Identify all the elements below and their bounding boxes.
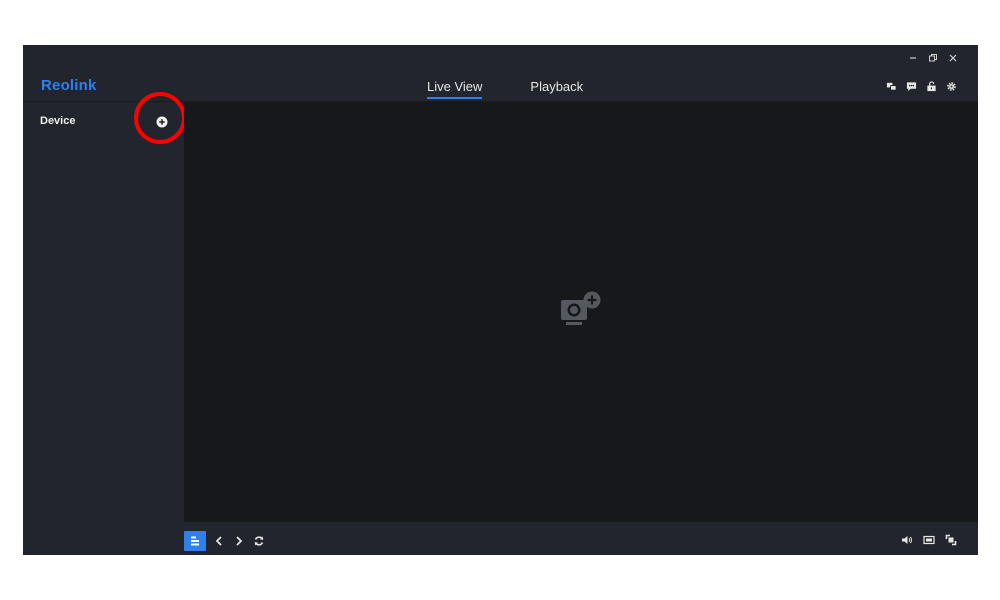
layout-list-icon[interactable] [184, 531, 206, 551]
chevron-right-icon[interactable] [232, 534, 246, 548]
reolink-logo: Reolink [41, 77, 97, 94]
bottom-toolbar [23, 522, 978, 555]
live-view-area[interactable] [184, 102, 978, 522]
add-camera-icon[interactable] [559, 290, 603, 332]
tab-live-view[interactable]: Live View [427, 79, 483, 99]
unlock-icon[interactable] [925, 80, 938, 93]
multi-window-icon[interactable] [885, 80, 898, 93]
minimize-icon[interactable] [906, 51, 920, 65]
window-controls [906, 51, 960, 65]
refresh-icon[interactable] [252, 534, 266, 548]
header-toolbar [885, 80, 958, 93]
message-icon[interactable] [905, 80, 918, 93]
sidebar-title: Device [40, 115, 76, 127]
bottom-right-controls [900, 533, 958, 547]
bottom-left-controls [184, 531, 266, 551]
add-circle-icon[interactable] [156, 115, 168, 128]
device-sidebar: Device [23, 92, 186, 522]
volume-icon[interactable] [900, 533, 914, 547]
main-tabs: Live View Playback [427, 79, 583, 99]
tab-playback[interactable]: Playback [530, 79, 583, 98]
gear-icon[interactable] [945, 80, 958, 93]
chevron-left-icon[interactable] [212, 534, 226, 548]
reolink-app-window: Reolink Live View Playback Device [23, 45, 978, 555]
restore-icon[interactable] [926, 51, 940, 65]
fullscreen-icon[interactable] [944, 533, 958, 547]
screen-icon[interactable] [922, 533, 936, 547]
close-icon[interactable] [946, 51, 960, 65]
